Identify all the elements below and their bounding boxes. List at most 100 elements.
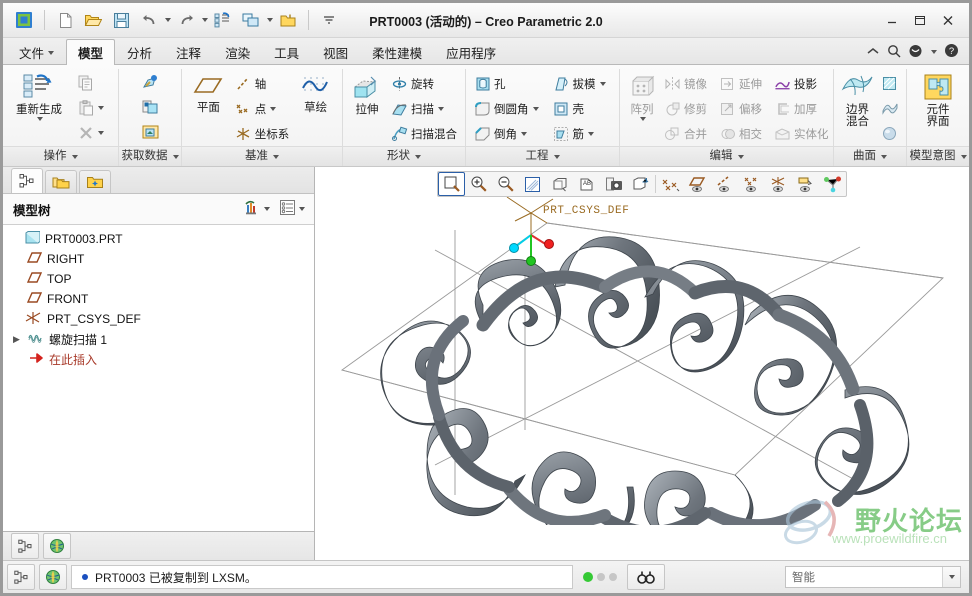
project-button[interactable]: 投影 <box>770 72 833 96</box>
new-file-icon[interactable] <box>52 7 78 33</box>
shell-button[interactable]: 壳 <box>549 97 610 121</box>
sweep-dropdown-icon[interactable] <box>438 107 444 111</box>
tree-item-part[interactable]: PRT0003.PRT <box>3 229 314 249</box>
datum-axis-button[interactable]: 轴 <box>231 72 294 96</box>
regenerate-dropdown-icon[interactable] <box>36 117 43 121</box>
undo-dropdown-icon[interactable] <box>165 18 171 22</box>
close-window-icon[interactable] <box>275 7 301 33</box>
revolve-button[interactable]: 旋转 <box>387 72 461 96</box>
zoom-out-icon[interactable] <box>492 172 519 196</box>
tab-model[interactable]: 模型 <box>66 39 116 65</box>
tree-item-right[interactable]: RIGHT <box>3 249 314 269</box>
plane-display-icon[interactable] <box>684 172 711 196</box>
import-button[interactable] <box>138 70 163 94</box>
merge-button[interactable] <box>138 95 163 119</box>
refit-icon[interactable] <box>438 172 465 196</box>
trim-button[interactable]: 修剪 <box>660 97 711 121</box>
tree-filter-button[interactable] <box>240 197 273 222</box>
model-viewport[interactable]: PRT_CSYS_DEF 野火论坛 www.proewildfire.cn <box>315 167 969 560</box>
tree-item-insert-here[interactable]: 在此插入 <box>3 349 314 369</box>
minimize-button[interactable] <box>883 13 901 27</box>
pattern-dropdown-icon[interactable] <box>639 117 646 121</box>
window-switch-icon[interactable] <box>238 7 264 33</box>
app-logo-icon[interactable] <box>11 7 37 33</box>
extend-button[interactable]: 延伸 <box>715 72 766 96</box>
tree-item-front[interactable]: FRONT <box>3 289 314 309</box>
datum-point-dropdown-icon[interactable] <box>270 107 277 111</box>
ribbon-group-datum-label[interactable]: 基准 <box>182 146 342 166</box>
delete-dropdown-icon[interactable] <box>98 131 104 135</box>
fill-surface-button[interactable] <box>877 71 902 95</box>
window-dropdown-icon[interactable] <box>267 18 273 22</box>
view-manager-icon[interactable]: AB <box>573 172 600 196</box>
style-surface-button[interactable] <box>877 96 902 120</box>
repaint-icon[interactable] <box>519 172 546 196</box>
tree-item-csys[interactable]: PRT_CSYS_DEF <box>3 309 314 329</box>
customize-qat-icon[interactable] <box>316 7 342 33</box>
redo-icon[interactable] <box>173 7 199 33</box>
point-display-icon[interactable] <box>738 172 765 196</box>
pattern-button[interactable]: 阵列 <box>624 70 660 124</box>
merge-surface-button[interactable]: 合并 <box>660 122 711 146</box>
intersect-button[interactable]: 相交 <box>715 122 766 146</box>
zoom-in-icon[interactable] <box>465 172 492 196</box>
regenerate-icon[interactable] <box>210 7 236 33</box>
redo-dropdown-icon[interactable] <box>202 18 208 22</box>
paste-dropdown-icon[interactable] <box>98 106 104 110</box>
copy-button[interactable] <box>73 71 108 95</box>
tree-layout-button[interactable] <box>11 533 39 559</box>
tree-expander-icon[interactable]: ▶ <box>11 334 22 345</box>
round-button[interactable]: 倒圆角 <box>470 97 543 121</box>
regenerate-button[interactable]: 重新生成 <box>7 70 71 124</box>
tab-file[interactable]: 文件 <box>7 40 66 64</box>
collapse-ribbon-icon[interactable] <box>866 45 880 59</box>
tree-settings-button[interactable] <box>276 197 308 221</box>
selection-filter-dropdown[interactable]: 智能 <box>785 566 961 588</box>
boundary-blend-button[interactable]: 边界混合 <box>838 70 877 131</box>
freestyle-button[interactable] <box>877 121 902 145</box>
tab-tools[interactable]: 工具 <box>262 40 311 64</box>
tree-item-helical-sweep[interactable]: ▶ 螺旋扫描 1 <box>3 329 314 349</box>
thicken-button[interactable]: 加厚 <box>770 97 833 121</box>
sketch-button[interactable]: 草绘 <box>293 70 338 117</box>
ribbon-group-get-data-label[interactable]: 获取数据 <box>119 146 181 166</box>
round-dropdown-icon[interactable] <box>532 107 539 111</box>
shrinkwrap-button[interactable] <box>138 120 163 144</box>
ribbon-group-engineering-label[interactable]: 工程 <box>466 146 619 166</box>
perspective-icon[interactable] <box>627 172 654 196</box>
chevron-down-icon[interactable] <box>942 567 960 587</box>
ribbon-group-operations-label[interactable]: 操作 <box>3 146 118 166</box>
delete-button[interactable] <box>73 121 108 145</box>
solidify-button[interactable]: 实体化 <box>770 122 833 146</box>
undo-icon[interactable] <box>136 7 162 33</box>
saved-views-icon[interactable] <box>546 172 573 196</box>
account-dropdown-icon[interactable] <box>931 50 937 54</box>
tab-render[interactable]: 渲染 <box>213 40 262 64</box>
offset-button[interactable]: 偏移 <box>715 97 766 121</box>
chamfer-button[interactable]: 倒角 <box>470 122 543 146</box>
tree-settings-dropdown-icon[interactable] <box>299 207 305 211</box>
account-icon[interactable] <box>908 44 923 61</box>
rib-dropdown-icon[interactable] <box>588 132 594 136</box>
extrude-button[interactable]: 拉伸 <box>347 70 387 119</box>
draft-dropdown-icon[interactable] <box>599 82 606 86</box>
mirror-button[interactable]: 镜像 <box>660 72 711 96</box>
paste-button[interactable] <box>73 96 108 120</box>
csys-display-icon[interactable] <box>765 172 792 196</box>
search-glass-icon[interactable] <box>627 564 665 590</box>
tab-applications[interactable]: 应用程序 <box>434 40 508 64</box>
tab-analysis[interactable]: 分析 <box>115 40 164 64</box>
axis-display-icon[interactable] <box>711 172 738 196</box>
draft-button[interactable]: 拔模 <box>549 72 610 96</box>
ribbon-group-edit-label[interactable]: 编辑 <box>620 146 833 166</box>
tab-view[interactable]: 视图 <box>311 40 360 64</box>
ribbon-group-shapes-label[interactable]: 形状 <box>343 146 465 166</box>
open-file-icon[interactable] <box>80 7 106 33</box>
component-interface-button[interactable]: 元件界面 <box>912 70 964 131</box>
maximize-restore-button[interactable] <box>911 13 929 27</box>
snapshot-icon[interactable] <box>600 172 627 196</box>
rib-button[interactable]: 筋 <box>549 122 610 146</box>
web-browser-toggle-icon[interactable] <box>39 564 67 590</box>
ribbon-group-model-intent-label[interactable]: 模型意图 <box>907 146 969 166</box>
model-tree-toggle-icon[interactable] <box>7 564 35 590</box>
